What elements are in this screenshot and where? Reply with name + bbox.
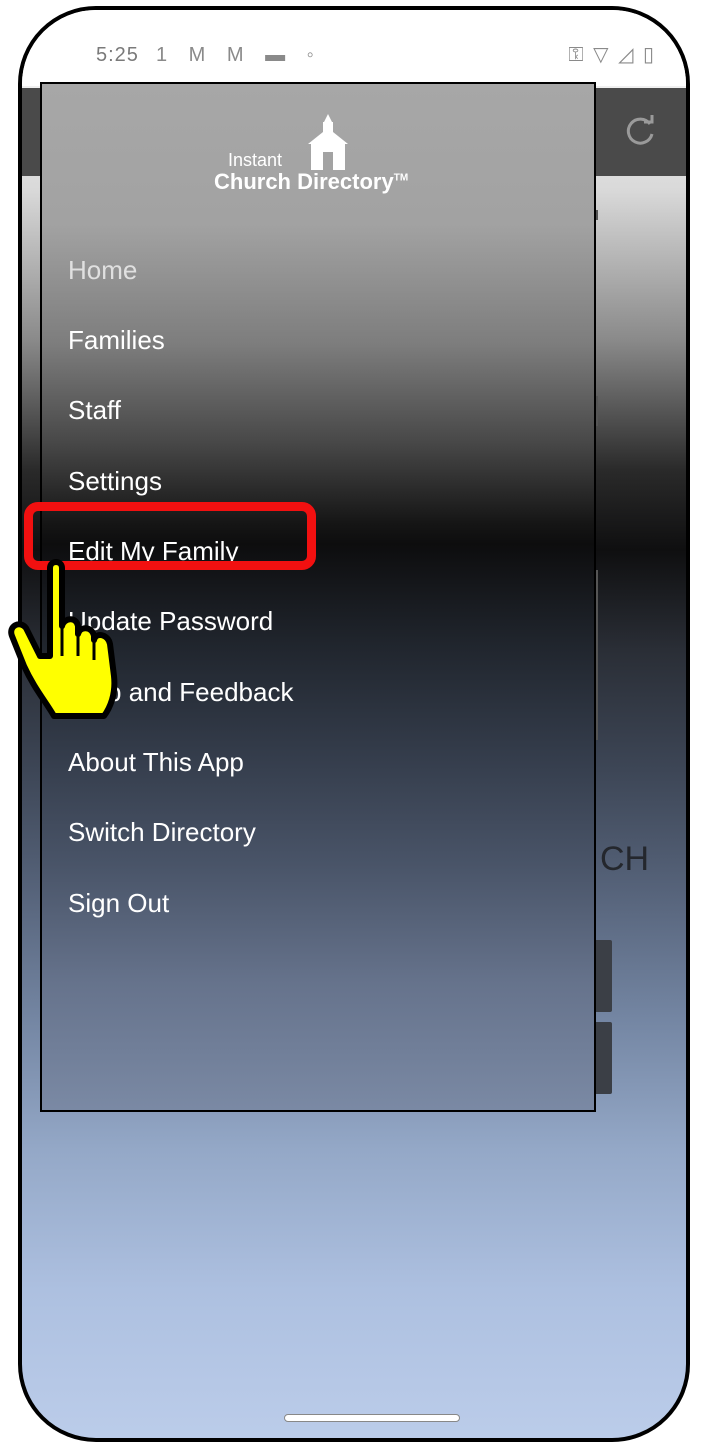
background-divider: [596, 396, 598, 426]
pointing-hand-icon: [8, 559, 118, 719]
menu-item-sign-out[interactable]: Sign Out: [68, 883, 169, 923]
logo-instant-text: Instant: [228, 150, 283, 170]
app-logo: Instant Church DirectoryTM: [214, 114, 424, 194]
background-button: [594, 1022, 612, 1094]
logo-title: Church DirectoryTM: [214, 169, 408, 195]
notification-icons: 1 M M ▬ ◦: [156, 44, 322, 66]
drawer-header: Instant Church DirectoryTM: [42, 84, 594, 230]
menu-item-home[interactable]: Home: [68, 250, 137, 290]
menu-item-families[interactable]: Families: [68, 320, 165, 360]
system-status-icons: ⚿ ▽ ◿ ▯: [568, 44, 656, 66]
menu-item-switch-directory[interactable]: Switch Directory: [68, 812, 256, 852]
refresh-icon[interactable]: [620, 112, 660, 152]
menu-item-settings[interactable]: Settings: [68, 461, 162, 501]
background-text: CH: [600, 840, 650, 878]
church-icon: [308, 114, 348, 170]
logo-title-text: Church Directory: [214, 169, 394, 194]
status-time: 5:25: [96, 44, 139, 66]
screenshot-page: 5:25 1 M M ▬ ◦ ⚿ ▽ ◿ ▯ CH Instant Church…: [0, 0, 708, 1448]
status-bar: 5:25 1 M M ▬ ◦ ⚿ ▽ ◿ ▯: [22, 10, 686, 86]
menu-item-staff[interactable]: Staff: [68, 390, 121, 430]
menu-item-about-this-app[interactable]: About This App: [68, 742, 244, 782]
trademark: TM: [393, 172, 409, 184]
background-divider: [596, 210, 598, 220]
background-button: [594, 940, 612, 1012]
home-indicator[interactable]: [284, 1414, 460, 1422]
background-divider: [596, 570, 598, 740]
